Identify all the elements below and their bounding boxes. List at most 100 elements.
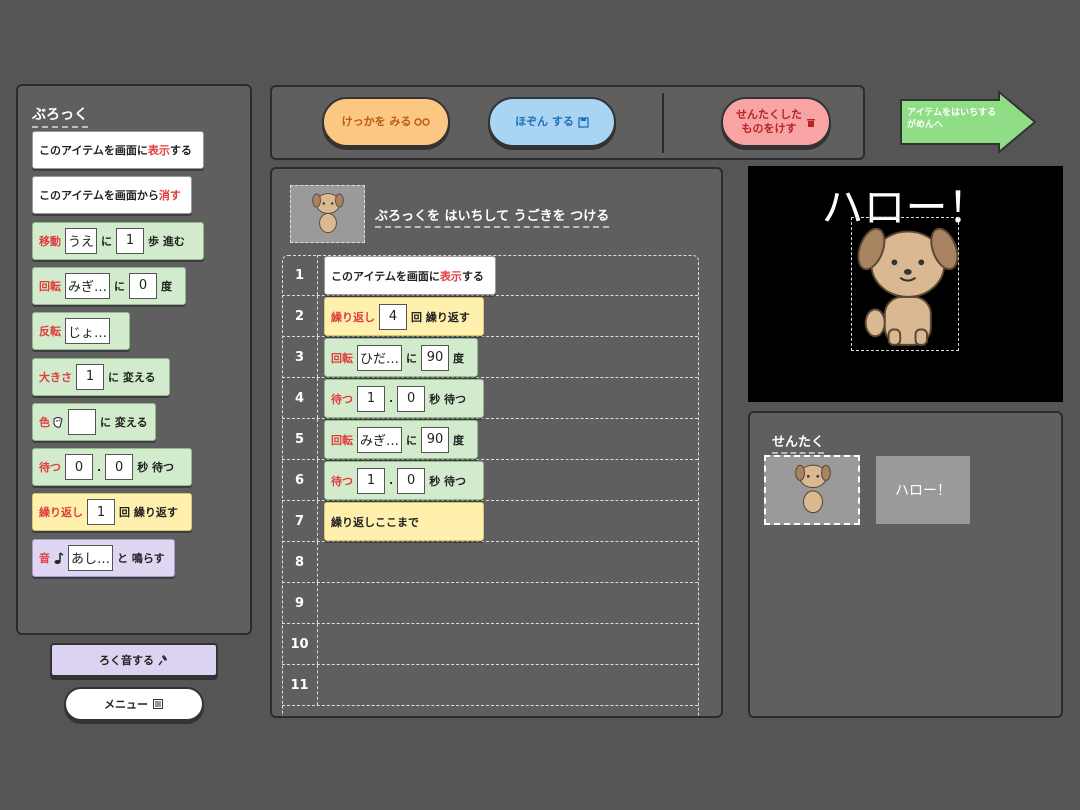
- code-block[interactable]: 待つ 1. 0 秒 待つ: [324, 379, 484, 418]
- save-icon: [578, 116, 589, 128]
- record-label: ろく音する: [99, 654, 154, 667]
- block-text: 歩 進む: [148, 234, 185, 248]
- code-row[interactable]: 3 回転 ひだ… に 90 度: [282, 337, 698, 378]
- block-text: 秒 待つ: [429, 392, 467, 406]
- block-value-input[interactable]: 90: [421, 344, 450, 371]
- block-value-input[interactable]: 0: [105, 454, 134, 481]
- code-row[interactable]: 8: [282, 542, 698, 583]
- code-row[interactable]: 11: [282, 665, 698, 706]
- row-number: 3: [282, 337, 318, 377]
- palette-block[interactable]: 反転 じょ…: [32, 312, 130, 351]
- block-keyword: 大きさ: [39, 370, 72, 384]
- save-button[interactable]: ほぞん する: [488, 97, 616, 147]
- block-value-input[interactable]: みぎ…: [65, 272, 111, 299]
- block-value-input[interactable]: 1: [116, 227, 145, 254]
- palette-block[interactable]: 色 に 変える: [32, 402, 156, 441]
- code-block[interactable]: 回転 みぎ… に 90 度: [324, 420, 478, 459]
- palette-block[interactable]: このアイテムを画面から 消す: [32, 176, 192, 215]
- code-row[interactable]: 4 待つ 1. 0 秒 待つ: [282, 378, 698, 419]
- block-value-input[interactable]: 1: [357, 467, 385, 494]
- view-result-button[interactable]: けっかを みる: [322, 97, 450, 147]
- block-text: このアイテムを画面から: [39, 189, 159, 203]
- block-keyword: 回転: [331, 351, 353, 365]
- palette-block[interactable]: 音 あし… と 鳴らす: [32, 538, 175, 577]
- block-text: と 鳴らす: [117, 551, 165, 565]
- code-row[interactable]: 7 繰り返しここまで: [282, 501, 698, 542]
- code-row[interactable]: 9: [282, 583, 698, 624]
- code-row[interactable]: 2 繰り返し 4 回 繰り返す: [282, 296, 698, 337]
- go-to-placement-screen-button[interactable]: アイテムをはいちする がめんへ: [899, 90, 1037, 154]
- code-row[interactable]: 1 このアイテムを画面に 表示 する: [282, 255, 698, 296]
- delete-selected-button[interactable]: せんたくした ものをけす: [721, 97, 831, 147]
- menu-list-icon: [153, 699, 163, 709]
- block-value-input[interactable]: 1: [357, 385, 385, 412]
- nav-label: アイテムをはいちする がめんへ: [907, 108, 996, 131]
- block-value-input[interactable]: あし…: [68, 544, 114, 571]
- block-value-input[interactable]: うえ: [65, 227, 98, 254]
- toolbar-divider: [662, 93, 664, 153]
- menu-button[interactable]: メニュー: [64, 687, 204, 721]
- block-keyword: 移動: [39, 234, 61, 248]
- row-number: 8: [282, 542, 318, 582]
- stage-preview: ハロー！: [748, 166, 1063, 402]
- block-value-input[interactable]: 4: [379, 303, 407, 330]
- block-text: 繰り返しここまで: [331, 515, 419, 529]
- current-item-thumbnail[interactable]: [290, 185, 365, 243]
- block-palette-panel: ぶろっく このアイテムを画面に 表示 する このアイテムを画面から 消す 移動 うえに 1 歩 …: [16, 84, 252, 635]
- block-text: 度: [161, 279, 173, 293]
- block-text: .: [389, 392, 394, 405]
- palette-block[interactable]: 回転 みぎ… に 0 度: [32, 266, 186, 305]
- save-label: ほぞん する: [515, 114, 574, 128]
- block-text: .: [389, 474, 394, 487]
- dog-character-icon: [857, 227, 959, 346]
- block-text: 秒 待つ: [137, 461, 175, 475]
- palette-block[interactable]: 大きさ 1 に 変える: [32, 357, 170, 396]
- row-number: 9: [282, 583, 318, 623]
- row-number: 1: [282, 255, 318, 295]
- palette-block[interactable]: 繰り返し 1 回 繰り返す: [32, 493, 192, 532]
- palette-block[interactable]: 待つ 0. 0 秒 待つ: [32, 448, 192, 487]
- block-value-input[interactable]: 1: [76, 363, 104, 390]
- block-value-input[interactable]: 0: [129, 272, 158, 299]
- block-text: .: [97, 460, 102, 474]
- block-value-input[interactable]: 90: [421, 426, 450, 453]
- block-value-input[interactable]: [68, 408, 96, 435]
- record-button[interactable]: ろく音する: [50, 643, 218, 677]
- block-value-input[interactable]: 0: [397, 385, 426, 412]
- glasses-icon: [414, 118, 431, 126]
- selection-heading: せんたく: [772, 431, 825, 454]
- block-text: 回 繰り返す: [411, 310, 470, 324]
- palette-block[interactable]: このアイテムを画面に 表示 する: [32, 131, 204, 169]
- block-keyword: 繰り返し: [39, 506, 83, 520]
- code-block[interactable]: このアイテムを画面に 表示 する: [324, 256, 496, 295]
- palette-block[interactable]: 移動 うえに 1 歩 進む: [32, 221, 204, 260]
- block-text: 回 繰り返す: [119, 506, 178, 520]
- block-value-input[interactable]: ひだ…: [357, 344, 403, 371]
- selection-item-dog[interactable]: [764, 455, 860, 525]
- row-number: 11: [282, 665, 318, 705]
- block-value-input[interactable]: 1: [87, 499, 115, 526]
- block-value-input[interactable]: じょ…: [65, 318, 111, 345]
- code-row[interactable]: 6 待つ 1. 0 秒 待つ: [282, 460, 698, 501]
- code-row[interactable]: 10: [282, 624, 698, 665]
- block-keyword: 待つ: [39, 461, 61, 475]
- nav-label-line1: アイテムをはいちする: [907, 108, 997, 118]
- selection-item-text[interactable]: ハロー！: [876, 456, 970, 524]
- block-value-input[interactable]: 0: [65, 454, 93, 481]
- row-number: 6: [282, 460, 318, 500]
- stage-character[interactable]: [851, 217, 959, 351]
- code-block[interactable]: 繰り返し 4 回 繰り返す: [324, 297, 484, 336]
- view-result-label: けっかを みる: [341, 114, 412, 128]
- block-keyword: 繰り返し: [331, 310, 375, 324]
- code-block[interactable]: 待つ 1. 0 秒 待つ: [324, 461, 484, 500]
- delete-label: せんたくした ものをけす: [736, 108, 802, 137]
- block-text: このアイテムを画面に: [39, 144, 148, 157]
- block-value-input[interactable]: みぎ…: [357, 426, 403, 453]
- trash-icon: [807, 118, 815, 127]
- code-row[interactable]: 5 回転 みぎ… に 90 度: [282, 419, 698, 460]
- code-block[interactable]: 繰り返しここまで: [324, 502, 484, 541]
- block-value-input[interactable]: 0: [397, 467, 426, 494]
- dog-character-icon: [312, 193, 344, 234]
- code-block[interactable]: 回転 ひだ… に 90 度: [324, 338, 478, 377]
- top-toolbar: けっかを みる ほぞん する せんたくした ものをけす: [270, 85, 865, 160]
